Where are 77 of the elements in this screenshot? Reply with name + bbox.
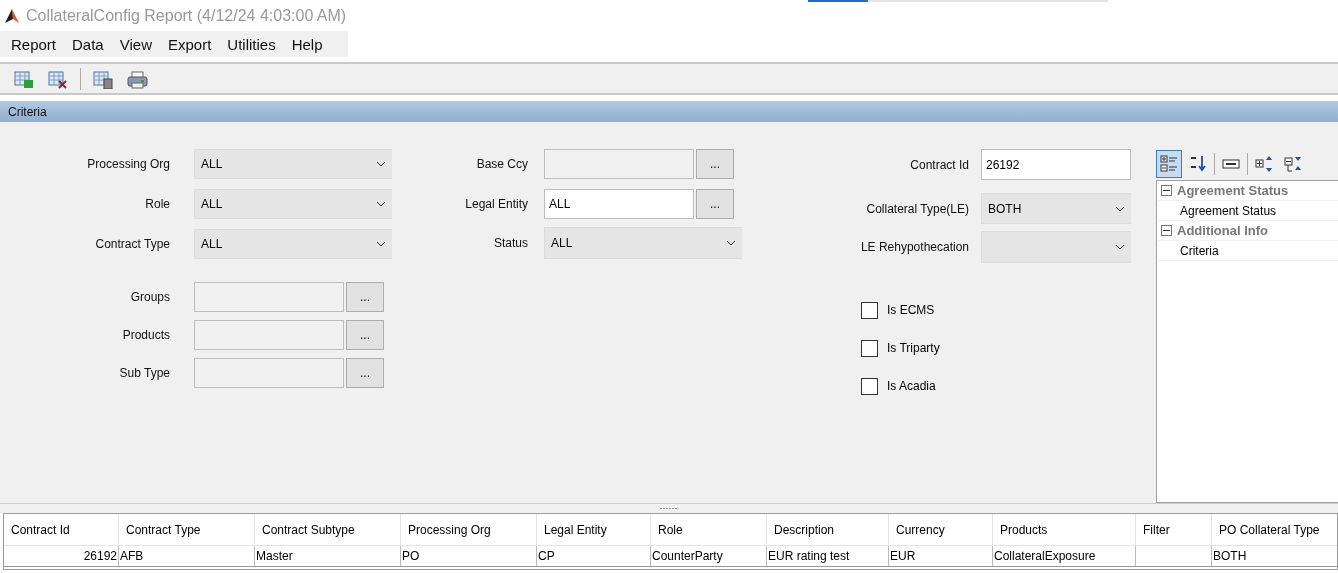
- lookup-field[interactable]: [194, 282, 344, 312]
- menu-item[interactable]: Utilities: [219, 35, 284, 53]
- categorized-button[interactable]: [1156, 149, 1182, 178]
- collapse-icon[interactable]: [1161, 225, 1172, 236]
- text-field[interactable]: 26192: [981, 149, 1131, 180]
- table-cell: EUR: [889, 546, 993, 566]
- table-cell: PO: [401, 546, 537, 566]
- column-header[interactable]: PO Collateral Type: [1212, 514, 1338, 545]
- column-header[interactable]: Contract Type: [119, 514, 255, 545]
- table-cell: BOTH: [1212, 546, 1338, 566]
- lookup-field[interactable]: ALL: [544, 189, 694, 219]
- chevron-down-icon: [376, 161, 386, 167]
- sort-icon: [1188, 153, 1208, 174]
- column-header[interactable]: Description: [767, 514, 889, 545]
- browse-button[interactable]: ...: [346, 320, 384, 350]
- chevron-down-icon: [726, 240, 736, 246]
- table-cell: CP: [537, 546, 651, 566]
- field-label: Products: [121, 327, 170, 344]
- lookup-field[interactable]: [194, 358, 344, 388]
- field-label: Processing Org: [86, 156, 170, 173]
- field-label: Contract Type: [94, 236, 170, 253]
- table-cell: CounterParty: [651, 546, 767, 566]
- field-label: Legal Entity: [464, 196, 528, 213]
- window-title: CollateralConfig Report (4/12/24 4:03:00 AM): [26, 6, 347, 25]
- section-header: Criteria: [0, 101, 1338, 122]
- menu-item[interactable]: Data: [64, 35, 112, 53]
- column-header[interactable]: Legal Entity: [537, 514, 651, 545]
- checkbox[interactable]: Is ECMS: [861, 291, 1131, 329]
- lookup-field[interactable]: [194, 320, 344, 350]
- collapse-icon[interactable]: [1161, 185, 1172, 196]
- menu-item[interactable]: Report: [3, 35, 65, 53]
- table-cell: Master: [255, 546, 401, 566]
- dropdown[interactable]: ALL: [194, 229, 392, 259]
- category-title: Additional Info: [1177, 223, 1268, 238]
- field-label: LE Rehypothecation: [859, 239, 969, 256]
- column-header[interactable]: Role: [651, 514, 767, 545]
- browse-button[interactable]: ...: [696, 149, 734, 179]
- field-label: Sub Type: [118, 365, 170, 382]
- browse-button[interactable]: ...: [346, 358, 384, 388]
- dropdown[interactable]: ALL: [194, 149, 392, 179]
- menu-item[interactable]: Export: [159, 35, 220, 53]
- field-label: Collateral Type(LE): [865, 200, 969, 218]
- property-item[interactable]: Agreement Status: [1157, 201, 1338, 221]
- chevron-down-icon: [1115, 205, 1125, 212]
- column-header[interactable]: Contract Subtype: [255, 514, 401, 545]
- browse-button[interactable]: ...: [696, 189, 734, 219]
- chevron-down-icon: [376, 241, 386, 247]
- menu-item[interactable]: Help: [283, 35, 331, 53]
- dropdown[interactable]: ALL: [544, 227, 742, 259]
- field-label: Role: [144, 196, 170, 213]
- checkbox[interactable]: Is Triparty: [861, 329, 1131, 367]
- column-header[interactable]: Processing Org: [401, 514, 537, 545]
- category-title: Agreement Status: [1177, 183, 1289, 198]
- table-cell: CollateralExposure: [993, 546, 1136, 566]
- field-label: Groups: [129, 289, 170, 306]
- field-label: Base Ccy: [475, 156, 528, 173]
- lookup-field[interactable]: [544, 149, 694, 179]
- dropdown[interactable]: BOTH: [981, 193, 1131, 224]
- dropdown[interactable]: ALL: [194, 189, 392, 219]
- menu-item[interactable]: View: [111, 35, 160, 53]
- field-label: Contract Id: [909, 156, 969, 174]
- column-header[interactable]: Filter: [1136, 514, 1212, 545]
- chevron-down-icon: [1115, 244, 1125, 250]
- table-cell: AFB: [119, 546, 255, 566]
- table-cell: 26192: [4, 546, 119, 566]
- property-item[interactable]: Criteria: [1157, 241, 1338, 261]
- chevron-down-icon: [376, 201, 386, 207]
- column-header[interactable]: Currency: [889, 514, 993, 545]
- categorized-icon: [1159, 153, 1179, 174]
- browse-button[interactable]: ...: [346, 282, 384, 312]
- splitter-handle[interactable]: [0, 503, 1338, 513]
- column-header[interactable]: Contract Id: [4, 514, 119, 545]
- app-logo-icon: [4, 7, 20, 24]
- column-header[interactable]: Products: [993, 514, 1136, 545]
- field-label: Status: [492, 235, 528, 252]
- table-cell: EUR rating test: [767, 546, 889, 566]
- checkbox[interactable]: Is Acadia: [861, 367, 1131, 405]
